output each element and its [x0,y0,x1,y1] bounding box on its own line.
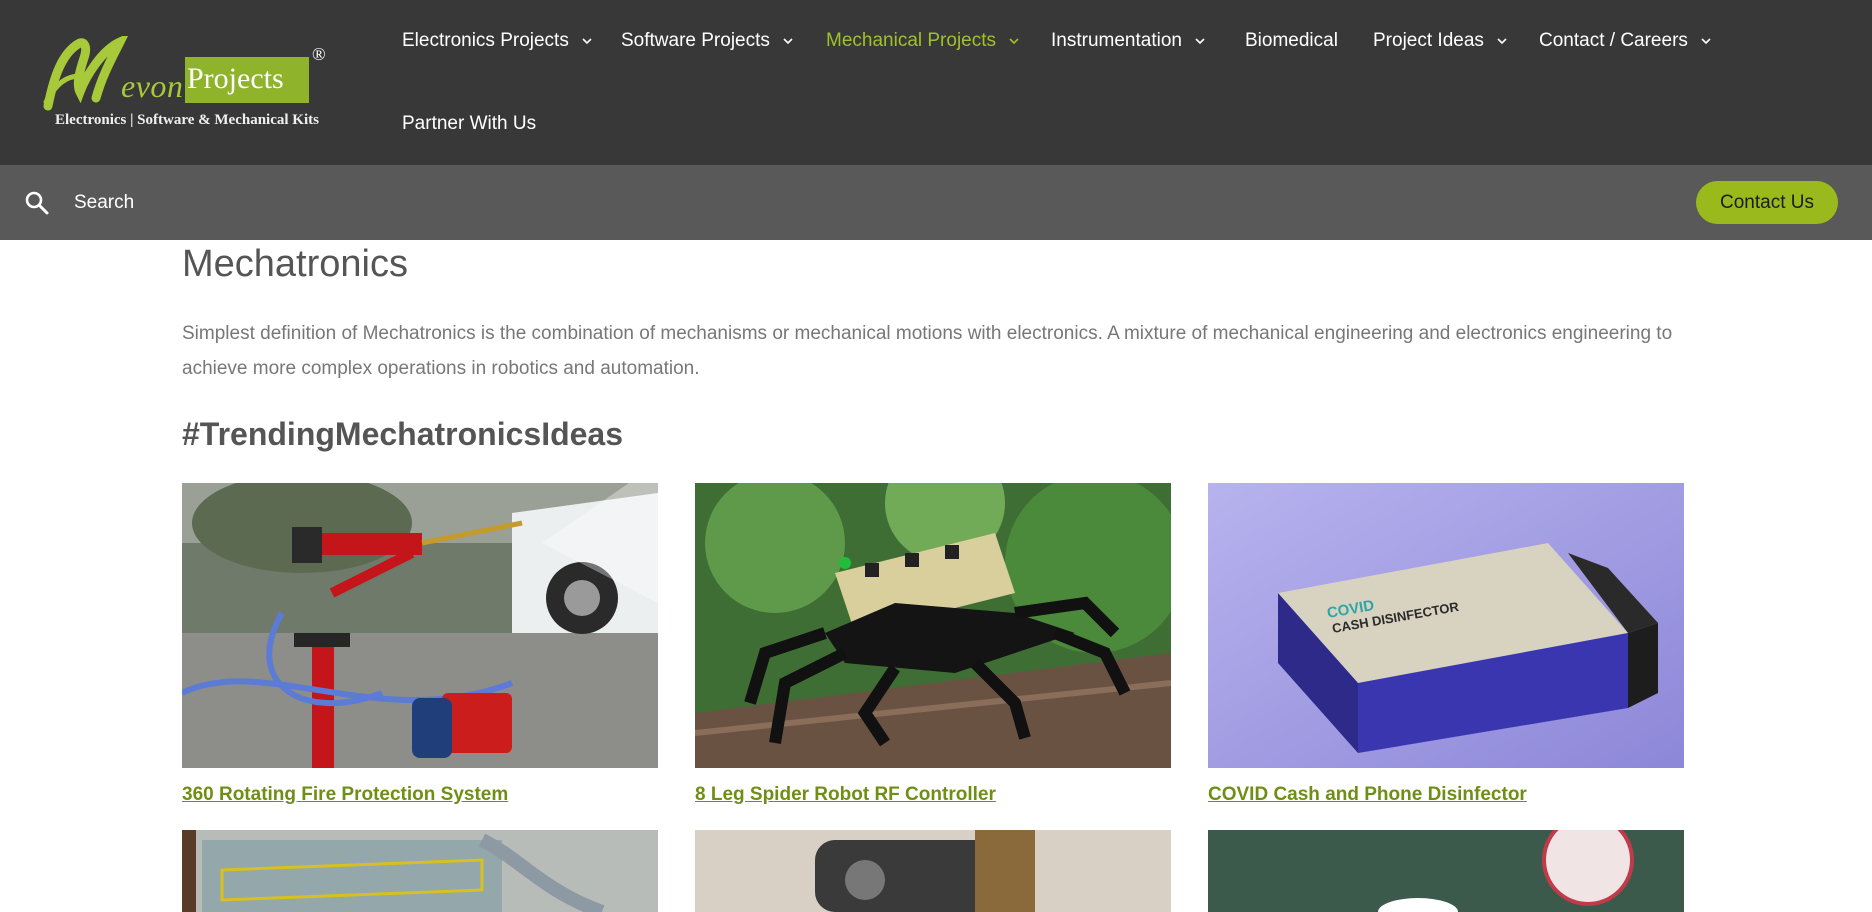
section-title: #TrendingMechatronicsIdeas [182,416,624,452]
nav-contact-careers[interactable]: Contact / Careers [1539,30,1712,52]
chevron-down-icon [1700,35,1712,47]
contact-us-button[interactable]: Contact Us [1696,181,1838,224]
intro-paragraph: Simplest definition of Mechatronics is t… [182,323,1673,379]
search-input[interactable] [74,185,674,221]
nav-label: Instrumentation [1051,30,1182,51]
nav-instrumentation[interactable]: Instrumentation [1051,30,1206,52]
nav-biomedical[interactable]: Biomedical [1245,30,1338,52]
card-image-covid-disinfector[interactable]: COVID CASH DISINFECTOR [1208,483,1684,768]
card-image-row2-3[interactable] [1208,830,1684,912]
card-image-row2-2[interactable] [695,830,1171,912]
chevron-down-icon [1008,35,1020,47]
card-image-fire-protection[interactable] [182,483,658,768]
logo-tagline: Electronics | Software & Mechanical Kits [55,112,319,128]
chevron-down-icon [581,35,593,47]
nav-label: Electronics Projects [402,30,569,51]
chevron-down-icon [1496,35,1508,47]
search-bar [0,165,1872,240]
search-icon[interactable] [24,190,50,216]
card-image-spider-robot[interactable] [695,483,1171,768]
logo-registered-mark: ® [312,44,326,64]
nav-label: Partner With Us [402,113,537,134]
chevron-down-icon [782,35,794,47]
logo-evon-text: evon [121,68,184,104]
nav-label: Biomedical [1245,30,1338,51]
nav-mechanical-projects[interactable]: Mechanical Projects [826,30,1020,52]
site-header: evon Projects ® Electronics | Software &… [0,0,1872,165]
page-title: Mechatronics [182,243,408,285]
nav-label: Software Projects [621,30,770,51]
nav-partner-with-us[interactable]: Partner With Us [402,113,536,135]
nav-label: Contact / Careers [1539,30,1688,51]
chevron-down-icon [1194,35,1206,47]
site-logo[interactable]: evon Projects ® Electronics | Software &… [40,36,350,136]
nav-label: Mechanical Projects [826,30,997,51]
nav-software-projects[interactable]: Software Projects [621,30,794,52]
nav-electronics-projects[interactable]: Electronics Projects [402,30,593,52]
logo-projects-text: Projects [187,62,284,95]
logo-n-swoosh-icon [43,36,129,111]
card-link-fire-protection[interactable]: 360 Rotating Fire Protection System [182,784,508,806]
card-link-covid-disinfector[interactable]: COVID Cash and Phone Disinfector [1208,784,1527,806]
nav-project-ideas[interactable]: Project Ideas [1373,30,1508,52]
card-link-spider-robot[interactable]: 8 Leg Spider Robot RF Controller [695,784,996,806]
card-image-row2-1[interactable] [182,830,658,912]
nav-label: Project Ideas [1373,30,1484,51]
